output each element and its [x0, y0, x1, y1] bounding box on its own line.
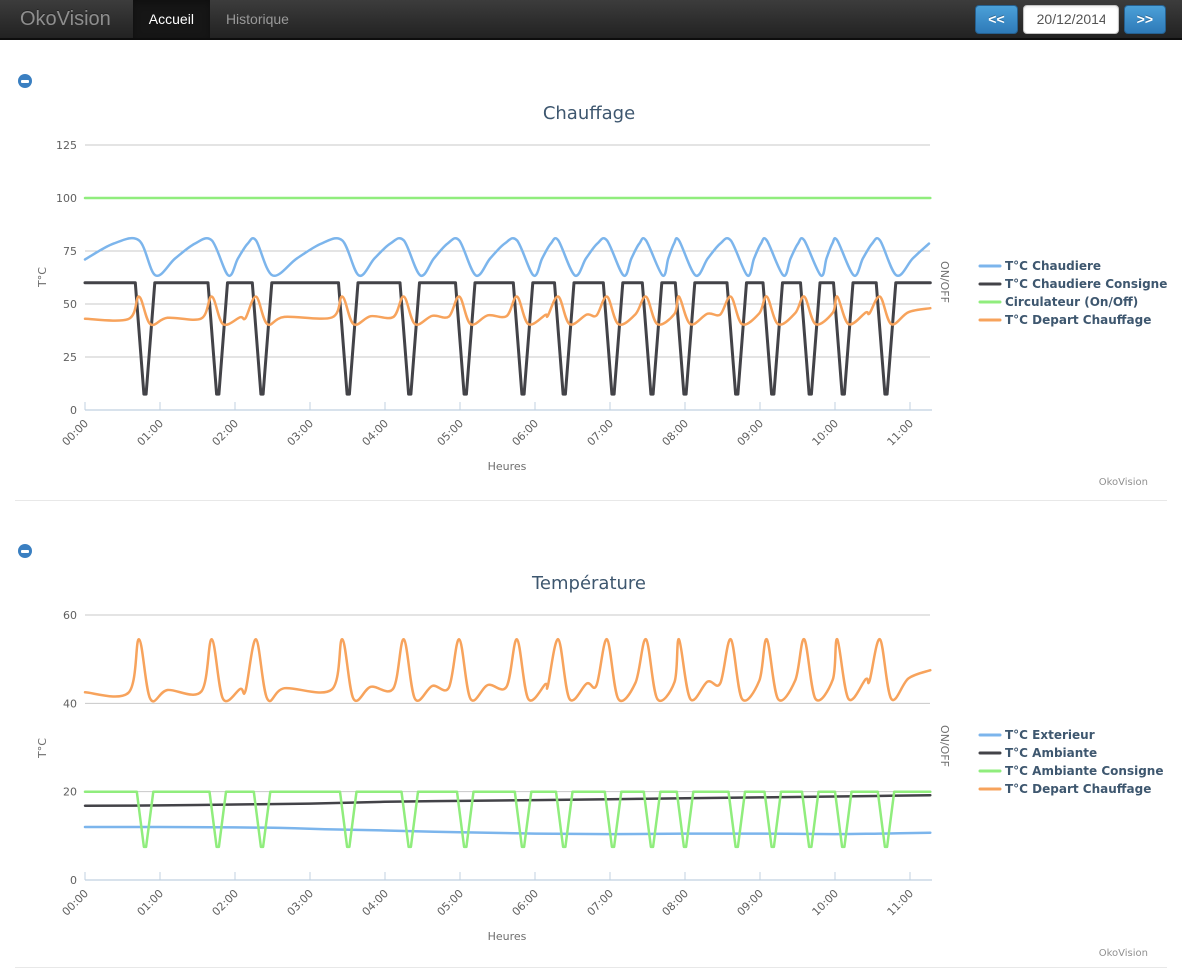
- navbar: OkoVision Accueil Historique << >>: [0, 0, 1182, 40]
- y-tick-label: 100: [56, 192, 77, 205]
- y-tick-label: 0: [70, 874, 77, 887]
- x-tick-label: 01:00: [135, 417, 167, 449]
- x-tick-label: 04:00: [360, 887, 392, 919]
- legend-label: T°C Chaudiere Consigne: [1005, 277, 1167, 291]
- section-divider: [15, 967, 1167, 968]
- x-tick-label: 07:00: [585, 887, 617, 919]
- temperature-chart: 0 20 40 60 00:00 01:00 02:00 03:00 04:00 05:00 06:…: [0, 530, 1182, 966]
- nav-tabs: Accueil Historique: [132, 0, 305, 38]
- legend-label: T°C Exterieur: [1005, 728, 1095, 742]
- y-tick-label: 50: [63, 298, 77, 311]
- legend-item[interactable]: T°C Chaudiere: [978, 259, 1101, 273]
- chart-canvas: 0 25 50 75 100 125 00:00 01:00 02:00 03:00 04:00 05…: [36, 103, 1167, 488]
- legend-label: T°C Depart Chauffage: [1005, 782, 1151, 796]
- series-line: [83, 281, 932, 396]
- section-temperature: 0 20 40 60 00:00 01:00 02:00 03:00 04:00 05:00 06:…: [0, 501, 1182, 967]
- legend-item[interactable]: T°C Depart Chauffage: [978, 782, 1151, 796]
- series-line: [83, 825, 932, 836]
- legend-label: T°C Ambiante: [1005, 746, 1097, 760]
- section-chauffage: 0 25 50 75 100 125 00:00 01:00 02:00 03:00 04:00 05…: [0, 40, 1182, 500]
- legend-item[interactable]: T°C Exterieur: [978, 728, 1095, 742]
- collapse-minus-circle-icon[interactable]: [18, 74, 32, 88]
- chauffage-chart: 0 25 50 75 100 125 00:00 01:00 02:00 03:00 04:00 05…: [0, 95, 1182, 495]
- legend-label: T°C Depart Chauffage: [1005, 313, 1151, 327]
- x-tick-label: 11:00: [885, 417, 917, 449]
- date-prev-button[interactable]: <<: [975, 4, 1018, 34]
- x-tick-label: 09:00: [735, 887, 767, 919]
- y-axis-title: T°C: [36, 738, 49, 759]
- x-tick-label: 04:00: [360, 417, 392, 449]
- y-tick-label: 75: [63, 245, 77, 258]
- x-tick-label: 10:00: [810, 887, 842, 919]
- x-tick-label: 06:00: [510, 417, 542, 449]
- date-nav: << >>: [975, 0, 1166, 38]
- y-tick-label: 25: [63, 351, 77, 364]
- credits-label: OkoVision: [1099, 948, 1148, 959]
- x-tick-label: 01:00: [135, 887, 167, 919]
- date-input[interactable]: [1022, 4, 1119, 34]
- x-tick-label: 03:00: [285, 417, 317, 449]
- x-axis-title: Heures: [488, 460, 527, 473]
- x-tick-label: 08:00: [660, 887, 692, 919]
- series-line: [83, 236, 931, 277]
- legend-item[interactable]: T°C Ambiante Consigne: [978, 764, 1163, 778]
- x-tick-label: 08:00: [660, 417, 692, 449]
- x-tick-label: 03:00: [285, 887, 317, 919]
- legend-item[interactable]: T°C Depart Chauffage: [978, 313, 1151, 327]
- credits-label: OkoVision: [1099, 477, 1148, 488]
- x-axis-title: Heures: [488, 930, 527, 943]
- legend-item[interactable]: T°C Ambiante: [978, 746, 1097, 760]
- tab-historique[interactable]: Historique: [210, 0, 305, 38]
- y-tick-label: 40: [63, 697, 77, 710]
- x-tick-label: 05:00: [435, 887, 467, 919]
- x-tick-label: 02:00: [210, 417, 242, 449]
- y2-axis-title: ON/OFF: [938, 261, 951, 303]
- tab-accueil[interactable]: Accueil: [132, 0, 210, 38]
- y-tick-label: 0: [70, 404, 77, 417]
- series-line: [83, 638, 932, 703]
- x-tick-label: 11:00: [885, 887, 917, 919]
- legend-label: Circulateur (On/Off): [1005, 295, 1138, 309]
- legend-item[interactable]: T°C Chaudiere Consigne: [978, 277, 1167, 291]
- brand-logo[interactable]: OkoVision: [0, 0, 133, 38]
- y-tick-label: 20: [63, 786, 77, 799]
- legend-label: T°C Ambiante Consigne: [1005, 764, 1163, 778]
- x-tick-label: 02:00: [210, 887, 242, 919]
- y2-axis-title: ON/OFF: [938, 725, 951, 767]
- y-tick-label: 60: [63, 609, 77, 622]
- date-next-button[interactable]: >>: [1123, 4, 1166, 34]
- y-tick-label: 125: [56, 139, 77, 152]
- legend-label: T°C Chaudiere: [1005, 259, 1101, 273]
- x-tick-label: 00:00: [60, 417, 92, 449]
- x-tick-label: 10:00: [810, 417, 842, 449]
- x-tick-label: 00:00: [60, 887, 92, 919]
- x-tick-label: 09:00: [735, 417, 767, 449]
- x-tick-label: 07:00: [585, 417, 617, 449]
- x-tick-label: 05:00: [435, 417, 467, 449]
- chart-canvas: 0 20 40 60 00:00 01:00 02:00 03:00 04:00 05:00 06:…: [36, 573, 1163, 959]
- y-axis-title: T°C: [36, 267, 49, 288]
- legend-item[interactable]: Circulateur (On/Off): [978, 295, 1138, 309]
- chart-title: Chauffage: [543, 103, 635, 124]
- x-tick-label: 06:00: [510, 887, 542, 919]
- chart-title: Température: [531, 573, 646, 594]
